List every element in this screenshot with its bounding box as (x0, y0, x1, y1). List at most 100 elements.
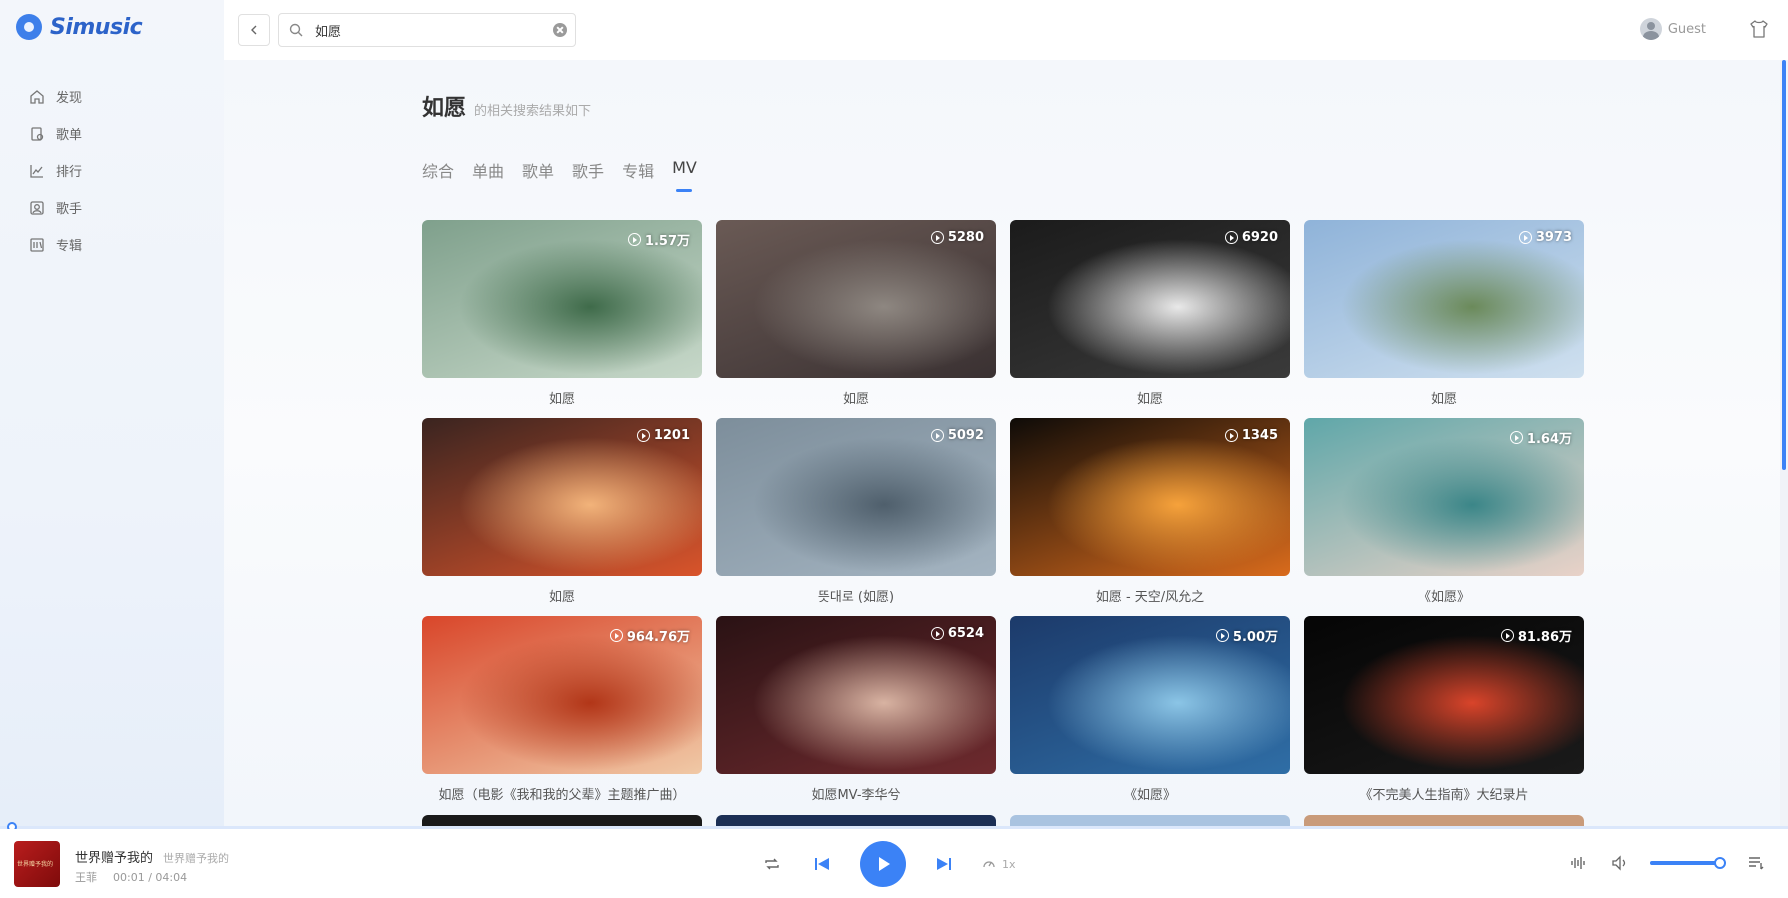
artist-name[interactable]: 王菲 (75, 871, 97, 884)
play-count: 1.57万 (627, 230, 690, 249)
play-count: 1.64万 (1509, 428, 1572, 447)
playlist-icon (28, 125, 46, 143)
play-count: 6524 (930, 626, 984, 641)
tab-playlists[interactable]: 歌单 (522, 158, 554, 192)
song-title[interactable]: 世界赠予我的 (75, 851, 153, 866)
mv-card[interactable]: 6524 如愿MV-李华兮 (716, 616, 996, 804)
mv-card[interactable]: 5092 뜻대로 (如愿) (716, 418, 996, 606)
mv-card[interactable]: 1.57万如愿 (422, 220, 702, 408)
mv-title[interactable]: 如愿 (1304, 388, 1584, 408)
play-count-icon (609, 629, 623, 642)
mv-title[interactable]: 《如愿》 (1304, 586, 1584, 606)
volume-slider[interactable] (1650, 857, 1726, 869)
mv-thumbnail-partial[interactable] (422, 815, 702, 826)
mv-title[interactable]: 如愿 (422, 586, 702, 606)
mv-thumbnail[interactable]: 5280 (716, 220, 996, 378)
play-count-value: 81.86万 (1517, 630, 1572, 645)
play-icon (879, 857, 890, 871)
sidebar-item-singer[interactable]: 歌手 (28, 189, 82, 226)
player-right-controls (1566, 851, 1768, 875)
mv-thumbnail[interactable]: 6524 (716, 616, 996, 774)
speed-value: 1x (1002, 857, 1016, 871)
sidebar-item-discover[interactable]: 发现 (28, 78, 82, 115)
play-count-value: 1201 (653, 428, 690, 443)
logo-disc-icon (16, 14, 42, 40)
mv-thumbnail-partial[interactable] (1010, 815, 1290, 826)
album-cover[interactable]: 世界赠予我的 (14, 841, 60, 887)
search-input[interactable] (313, 21, 553, 39)
tab-singers[interactable]: 歌手 (572, 158, 604, 192)
mv-thumbnail[interactable]: 6920 (1010, 220, 1290, 378)
mv-thumbnail[interactable]: 1201 (422, 418, 702, 576)
mv-title[interactable]: 如愿 (1010, 388, 1290, 408)
home-icon (28, 88, 46, 106)
sound-effect-button[interactable] (1566, 851, 1590, 875)
sidebar-item-label: 排行 (56, 165, 83, 180)
mute-button[interactable] (1608, 851, 1632, 875)
tab-albums[interactable]: 专辑 (622, 158, 654, 192)
user-name: Guest (1667, 21, 1706, 37)
clear-search-icon[interactable] (553, 23, 567, 37)
mv-thumbnail[interactable]: 5.00万 (1010, 616, 1290, 774)
tab-mv[interactable]: MV (672, 158, 697, 192)
prev-button[interactable] (810, 852, 834, 876)
speed-control[interactable]: 1x (982, 857, 1016, 871)
mv-thumbnail[interactable]: 1.57万 (422, 220, 702, 378)
singer-icon (28, 199, 46, 217)
mv-card[interactable]: 81.86万《不完美人生指南》大纪录片 (1304, 616, 1584, 804)
play-count-icon (1509, 431, 1523, 444)
tshirt-icon[interactable] (1748, 18, 1770, 40)
mv-title[interactable]: 如愿 - 天空/风允之 (1010, 586, 1290, 606)
mv-card[interactable]: 1201 如愿 (422, 418, 702, 606)
result-header: 如愿 的相关搜索结果如下 (422, 90, 591, 122)
tab-all[interactable]: 综合 (422, 158, 454, 192)
play-count: 5.00万 (1215, 626, 1278, 645)
mv-title[interactable]: 如愿 (716, 388, 996, 408)
back-button[interactable] (238, 14, 270, 46)
mv-title[interactable]: 如愿 (422, 388, 702, 408)
mv-card[interactable]: 5.00万《如愿》 (1010, 616, 1290, 804)
sidebar-item-playlist[interactable]: 歌单 (28, 115, 82, 152)
play-count-value: 5.00万 (1232, 630, 1278, 645)
mv-card[interactable]: 1.64万《如愿》 (1304, 418, 1584, 606)
mv-title[interactable]: 《不完美人生指南》大纪录片 (1304, 784, 1584, 804)
sidebar-item-rank[interactable]: 排行 (28, 152, 82, 189)
mv-card[interactable]: 1345 如愿 - 天空/风允之 (1010, 418, 1290, 606)
mv-title[interactable]: 《如愿》 (1010, 784, 1290, 804)
mv-card[interactable]: 964.76万如愿（电影《我和我的父辈》主题推广曲） (422, 616, 702, 804)
repeat-button[interactable] (760, 852, 784, 876)
mv-thumbnail[interactable]: 5092 (716, 418, 996, 576)
mv-thumbnail[interactable]: 3973 (1304, 220, 1584, 378)
tab-songs[interactable]: 单曲 (472, 158, 504, 192)
repeat-icon (765, 858, 779, 870)
user-menu[interactable]: Guest (1639, 18, 1706, 40)
scrollbar-thumb[interactable] (1782, 60, 1786, 470)
song-info: 世界赠予我的 世界赠予我的 (75, 847, 229, 866)
mv-title[interactable]: 뜻대로 (如愿) (716, 586, 996, 606)
play-button[interactable] (860, 841, 906, 887)
volume-knob[interactable] (1713, 857, 1726, 869)
playlist-queue-button[interactable] (1744, 851, 1768, 875)
mv-grid: 1.57万 如愿 5280 如愿 6920 如愿 3973 如愿 1201 如愿 5092 뜻대로 (… (422, 220, 1584, 804)
main-content: 如愿 的相关搜索结果如下 综合 单曲 歌单 歌手 专辑 MV 1.57万 如愿 52… (224, 60, 1780, 826)
play-time: 00:01 / 04:04 (113, 871, 188, 884)
mv-card[interactable]: 3973 如愿 (1304, 220, 1584, 408)
mv-thumbnail-partial[interactable] (716, 815, 996, 826)
scrollbar[interactable] (1780, 60, 1788, 826)
play-count-value: 964.76万 (626, 630, 690, 645)
next-button[interactable] (932, 852, 956, 876)
mv-thumbnail[interactable]: 81.86万 (1304, 616, 1584, 774)
mv-thumbnail[interactable]: 1345 (1010, 418, 1290, 576)
mv-thumbnail[interactable]: 964.76万 (422, 616, 702, 774)
sidebar-nav: 发现 歌单 排行 歌手 专辑 (28, 78, 82, 263)
play-count: 5092 (930, 428, 984, 443)
mv-title[interactable]: 如愿（电影《我和我的父辈》主题推广曲） (422, 784, 702, 804)
mv-thumbnail[interactable]: 1.64万 (1304, 418, 1584, 576)
mv-thumbnail-partial[interactable] (1304, 815, 1584, 826)
sidebar-item-album[interactable]: 专辑 (28, 226, 82, 263)
mv-card[interactable]: 6920 如愿 (1010, 220, 1290, 408)
mv-card[interactable]: 5280 如愿 (716, 220, 996, 408)
play-count-icon (1224, 231, 1238, 244)
app-logo[interactable]: Simusic (16, 14, 143, 40)
mv-title[interactable]: 如愿MV-李华兮 (716, 784, 996, 804)
